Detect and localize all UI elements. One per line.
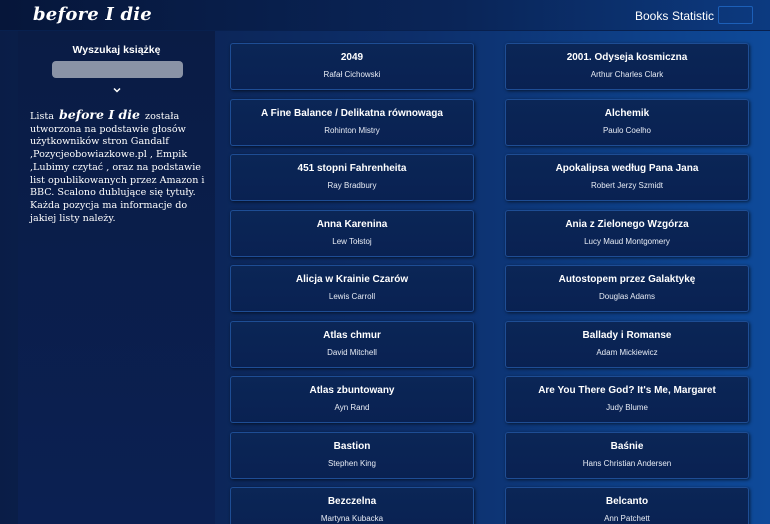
book-card[interactable]: Alchemik Paulo Coelho (505, 98, 749, 146)
book-author: Stephen King (327, 458, 377, 468)
book-title: Are You There God? It's Me, Margaret (538, 385, 716, 396)
book-author: Rohinton Mistry (324, 125, 380, 135)
book-title: Baśnie (610, 440, 644, 452)
book-card[interactable]: Atlas zbuntowany Ayn Rand (230, 376, 474, 423)
nav-link-statistic[interactable]: Statistic (672, 9, 714, 23)
book-card[interactable]: Alicja w Krainie Czarów Lewis Carroll (230, 265, 474, 312)
book-title: 2049 (340, 52, 364, 63)
book-author: Douglas Adams (598, 292, 656, 301)
book-card[interactable]: A Fine Balance / Delikatna równowaga Rohi… (230, 98, 474, 146)
book-title: Bastion (333, 440, 371, 452)
book-author: Lew Tołstoj (332, 236, 372, 246)
inline-logo: before I die (59, 107, 140, 122)
book-card[interactable]: Baśnie Hans Christian Andersen (505, 431, 749, 479)
book-card[interactable]: Autostopem przez Galaktykę Douglas Adams (505, 265, 749, 312)
sidebar: Wyszukaj książkę Lista before I die zost… (18, 31, 215, 524)
book-author: Ann Patchett (604, 514, 650, 523)
book-author: Ray Bradbury (327, 181, 377, 190)
book-card[interactable]: Bezczelna Martyna Kubacka (230, 487, 474, 524)
book-author: Rafał Cichowski (323, 70, 381, 79)
book-card[interactable]: 451 stopni Fahrenheita Ray Bradbury (230, 154, 474, 201)
book-card[interactable]: Anna Karenina Lew Tołstoj (230, 209, 474, 257)
book-title: Apokalipsa według Pana Jana (555, 163, 699, 174)
book-author: Arthur Charles Clark (590, 70, 664, 79)
chevron-down-icon[interactable] (111, 84, 123, 96)
top-navbar: before I die Books Statistic (0, 0, 770, 31)
book-author: Lewis Carroll (328, 292, 376, 301)
book-card[interactable]: Apokalipsa według Pana Jana Robert Jerzy … (505, 154, 749, 201)
book-card[interactable]: Bastion Stephen King (230, 431, 474, 479)
book-author: Judy Blume (606, 403, 648, 412)
book-card[interactable]: 2001. Odyseja kosmiczna Arthur Charles Cl… (505, 43, 749, 90)
book-card[interactable]: Atlas chmur David Mitchell (230, 320, 474, 368)
book-author: David Mitchell (327, 347, 377, 357)
book-title: Alchemik (604, 107, 650, 119)
book-title: Autostopem przez Galaktykę (558, 274, 696, 285)
book-author: Adam Mickiewicz (596, 347, 658, 357)
book-title: Anna Karenina (316, 218, 388, 230)
description-intro: Lista (30, 111, 54, 122)
description-body: została utworzona na podstawie głosów uż… (30, 111, 205, 224)
search-input[interactable] (52, 61, 183, 78)
nav-link-books[interactable]: Books (635, 9, 668, 23)
book-card[interactable]: Ania z Zielonego Wzgórza Lucy Maud Montgo… (505, 209, 749, 257)
book-title: 451 stopni Fahrenheita (297, 163, 407, 174)
book-author: Hans Christian Andersen (582, 458, 672, 468)
book-title: Atlas zbuntowany (309, 385, 395, 396)
book-title: Ania z Zielonego Wzgórza (565, 218, 689, 230)
book-author: Martyna Kubacka (320, 514, 384, 523)
book-title: Bezczelna (327, 496, 377, 507)
book-title: 2001. Odyseja kosmiczna (566, 52, 688, 63)
book-author: Lucy Maud Montgomery (584, 236, 670, 246)
sidebar-description: Lista before I die została utworzona na … (30, 107, 210, 225)
book-title: Alicja w Krainie Czarów (295, 274, 409, 285)
book-card[interactable]: Are You There God? It's Me, Margaret Judy… (505, 376, 749, 423)
book-author: Ayn Rand (334, 403, 370, 412)
book-title: Atlas chmur (323, 329, 381, 341)
book-title: A Fine Balance / Delikatna równowaga (261, 107, 443, 119)
navbar-toggle-button[interactable] (718, 6, 753, 24)
book-author: Paulo Coelho (602, 125, 652, 135)
book-author: Robert Jerzy Szmidt (590, 181, 664, 190)
search-title: Wyszukaj książkę (72, 44, 161, 56)
book-card[interactable]: 2049 Rafał Cichowski (230, 43, 474, 90)
book-card[interactable]: Belcanto Ann Patchett (505, 487, 749, 524)
book-title: Ballady i Romanse (582, 329, 672, 341)
book-title: Belcanto (605, 496, 649, 507)
book-card[interactable]: Ballady i Romanse Adam Mickiewicz (505, 320, 749, 368)
site-logo[interactable]: before I die (33, 4, 152, 25)
